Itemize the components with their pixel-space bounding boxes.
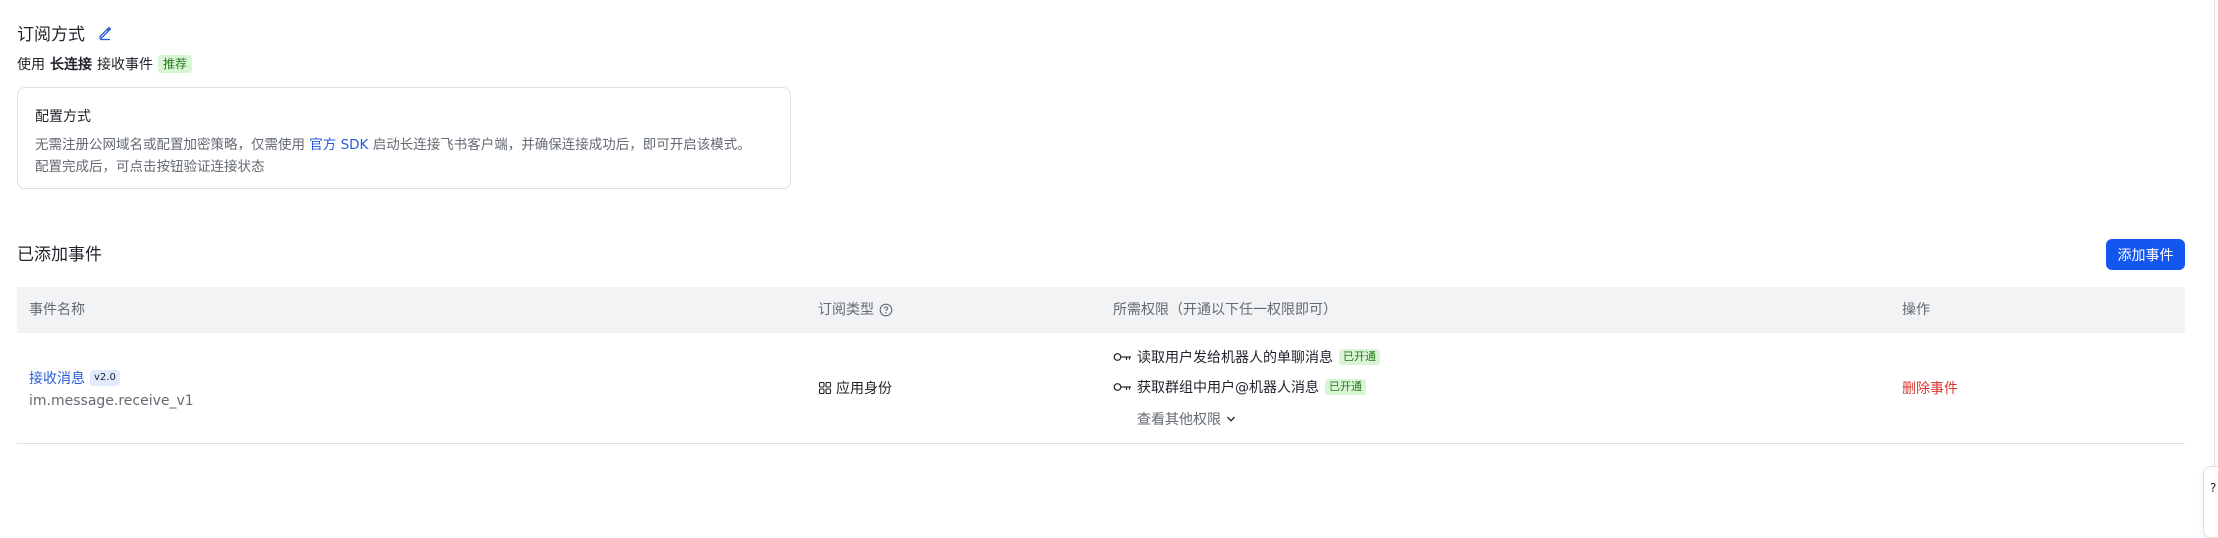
help-icon[interactable] <box>879 303 893 317</box>
config-desc-line2: 配置完成后，可点击按钮验证连接状态 <box>35 159 265 175</box>
subscription-mode: 使用 长连接 接收事件 推荐 <box>17 54 193 74</box>
events-table: 事件名称 订阅类型 所需权限（开通以下任一权限即可） 操作 接收消息 v2.0 … <box>17 287 2185 444</box>
mode-suffix: 接收事件 <box>97 57 153 73</box>
subscription-header: 订阅方式 <box>17 20 113 45</box>
subscription-title: 订阅方式 <box>17 25 85 45</box>
side-help-widget[interactable]: ? <box>2203 466 2218 538</box>
permission-item: 读取用户发给机器人的单聊消息 已开通 <box>1113 347 1380 367</box>
col-actions: 操作 <box>1902 302 1930 318</box>
recommend-tag: 推荐 <box>158 55 193 73</box>
permission-text: 获取群组中用户@机器人消息 <box>1137 380 1319 396</box>
permission-status-tag: 已开通 <box>1325 379 1366 395</box>
version-tag: v2.0 <box>90 370 120 386</box>
apps-icon <box>818 381 832 395</box>
delete-event-link[interactable]: 删除事件 <box>1902 378 1958 398</box>
permission-item: 获取群组中用户@机器人消息 已开通 <box>1113 377 1366 397</box>
event-name[interactable]: 接收消息 <box>29 368 85 388</box>
config-card: 配置方式 无需注册公网域名或配置加密策略，仅需使用 官方 SDK 启动长连接飞书… <box>17 87 791 189</box>
permission-status-tag: 已开通 <box>1339 349 1380 365</box>
config-desc-part2: 启动长连接飞书客户端，并确保连接成功后，即可开启该模式。 <box>368 137 751 153</box>
edge-divider <box>2214 0 2215 528</box>
config-title: 配置方式 <box>35 109 91 125</box>
col-event-name: 事件名称 <box>29 302 85 318</box>
mode-prefix: 使用 <box>17 57 45 73</box>
permission-text: 读取用户发给机器人的单聊消息 <box>1137 350 1333 366</box>
sdk-link[interactable]: 官方 SDK <box>309 137 368 153</box>
action-cell: 删除事件 <box>1902 333 1958 443</box>
col-permissions: 所需权限（开通以下任一权限即可） <box>1113 302 1337 318</box>
table-header: 事件名称 订阅类型 所需权限（开通以下任一权限即可） 操作 <box>17 287 2185 333</box>
type-cell: 应用身份 <box>818 333 892 443</box>
subscription-type: 应用身份 <box>836 381 892 397</box>
event-cell: 接收消息 v2.0 im.message.receive_v1 <box>29 368 194 409</box>
view-more-label: 查看其他权限 <box>1137 412 1221 428</box>
key-icon <box>1113 381 1133 393</box>
event-key: im.message.receive_v1 <box>29 393 194 409</box>
chevron-down-icon <box>1225 413 1237 425</box>
table-row: 接收消息 v2.0 im.message.receive_v1 应用身份 读取用… <box>17 333 2185 444</box>
view-more-permissions[interactable]: 查看其他权限 <box>1137 409 1237 429</box>
mode-bold: 长连接 <box>50 57 92 73</box>
col-subscription-type-label: 订阅类型 <box>818 302 874 318</box>
col-subscription-type: 订阅类型 <box>818 287 893 333</box>
config-description: 无需注册公网域名或配置加密策略，仅需使用 官方 SDK 启动长连接飞书客户端，并… <box>35 134 773 178</box>
add-event-button[interactable]: 添加事件 <box>2106 239 2185 270</box>
config-desc-part1: 无需注册公网域名或配置加密策略，仅需使用 <box>35 137 310 153</box>
key-icon <box>1113 351 1133 363</box>
edit-icon[interactable] <box>97 25 113 41</box>
events-title: 已添加事件 <box>17 245 102 265</box>
event-name-line: 接收消息 v2.0 <box>29 368 194 388</box>
side-help-label: ? <box>2210 481 2217 495</box>
